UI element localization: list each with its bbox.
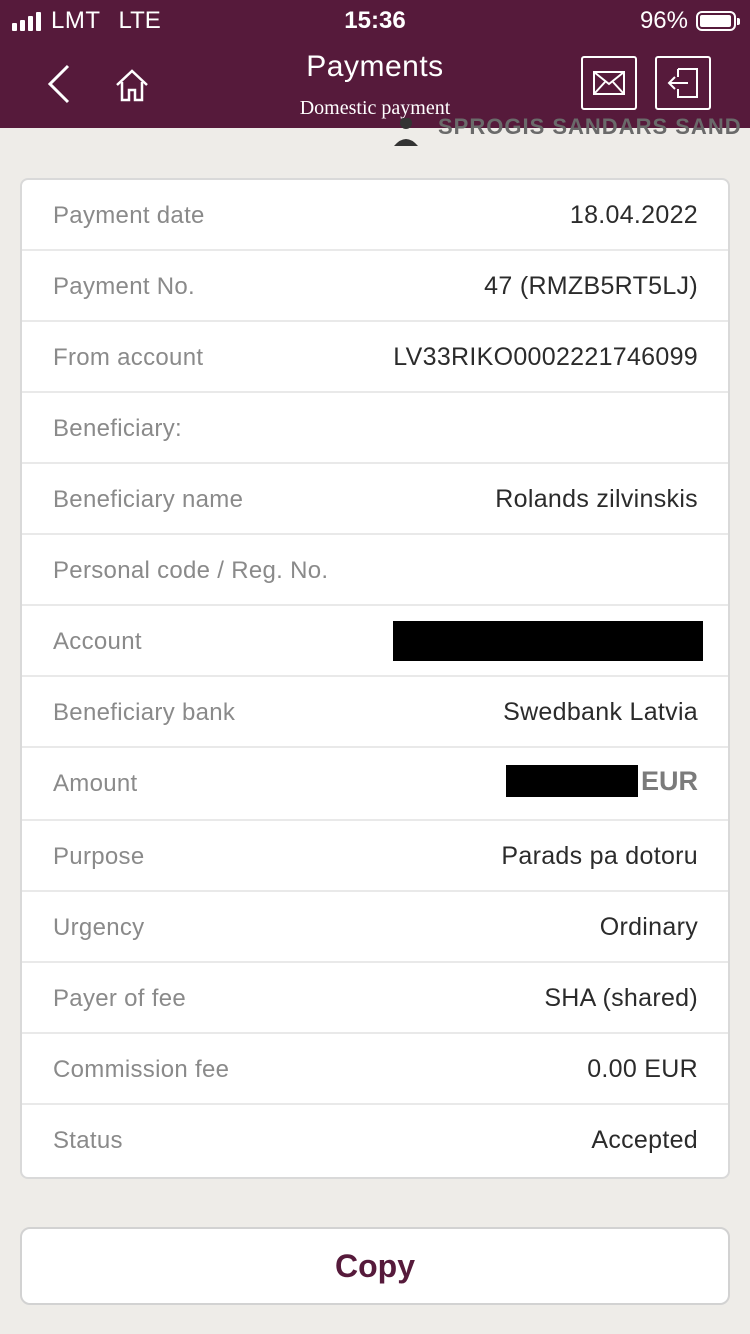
person-icon xyxy=(394,118,418,146)
detail-value: Ordinary xyxy=(599,913,698,941)
redacted-account xyxy=(393,621,703,661)
detail-row: Beneficiary name Rolands zilvinskis xyxy=(22,464,728,535)
detail-value: Swedbank Latvia xyxy=(503,698,698,726)
detail-label: Account xyxy=(53,628,142,655)
battery-percent: 96% xyxy=(639,7,688,34)
detail-row: Amount EUR xyxy=(22,748,728,821)
envelope-icon xyxy=(593,71,625,95)
messages-button[interactable] xyxy=(581,56,637,110)
detail-label: From account xyxy=(53,344,204,371)
detail-row: Commission fee 0.00 EUR xyxy=(22,1034,728,1105)
redacted-amount xyxy=(505,765,638,797)
detail-value: SHA (shared) xyxy=(544,984,698,1012)
status-bar: LMT LTE 15:36 96% xyxy=(0,0,750,42)
payment-details-card: Payment date 18.04.2022 Payment No. 47 (… xyxy=(20,178,730,1179)
logout-icon xyxy=(667,68,698,98)
scrolled-header-peek: SPROGIS SANDARS SAND xyxy=(392,106,742,146)
detail-row: Beneficiary bank Swedbank Latvia xyxy=(22,677,728,748)
detail-value: 0.00 EUR xyxy=(587,1055,698,1083)
copy-button[interactable]: Copy xyxy=(20,1227,730,1305)
detail-label: Payment date xyxy=(53,202,205,229)
detail-label: Payer of fee xyxy=(53,985,187,1012)
detail-row: Payer of fee SHA (shared) xyxy=(22,963,728,1034)
clock: 15:36 xyxy=(344,7,406,34)
detail-row: Payment date 18.04.2022 xyxy=(22,180,728,251)
detail-value: 47 (RMZB5RT5LJ) xyxy=(484,272,698,300)
detail-label: Beneficiary: xyxy=(53,415,182,442)
detail-label: Personal code / Reg. No. xyxy=(53,557,329,584)
detail-row: Status Accepted xyxy=(22,1105,728,1176)
battery-icon xyxy=(696,11,740,31)
detail-value: Rolands zilvinskis xyxy=(495,485,698,513)
detail-row: Beneficiary: xyxy=(22,393,728,464)
logout-button[interactable] xyxy=(655,56,711,110)
detail-label: Beneficiary name xyxy=(53,486,244,513)
detail-label: Payment No. xyxy=(53,273,196,300)
detail-label: Amount xyxy=(53,770,138,797)
detail-row: Purpose Parads pa dotoru xyxy=(22,821,728,892)
page-title: Payments xyxy=(306,50,444,83)
detail-value: LV33RIKO0002221746099 xyxy=(393,343,698,371)
detail-value: Parads pa dotoru xyxy=(501,842,698,870)
detail-value: 18.04.2022 xyxy=(569,201,698,229)
detail-row: From account LV33RIKO0002221746099 xyxy=(22,322,728,393)
detail-row: Payment No. 47 (RMZB5RT5LJ) xyxy=(22,251,728,322)
detail-row: Account xyxy=(22,606,728,677)
detail-row: Personal code / Reg. No. xyxy=(22,535,728,606)
amount-currency: EUR xyxy=(640,765,698,796)
detail-label: Purpose xyxy=(53,843,145,870)
detail-value: Accepted xyxy=(591,1126,698,1154)
detail-label: Commission fee xyxy=(53,1056,230,1083)
peek-text: SPROGIS SANDARS SAND xyxy=(438,114,742,139)
detail-row: Urgency Ordinary xyxy=(22,892,728,963)
detail-label: Urgency xyxy=(53,914,145,941)
detail-label: Status xyxy=(53,1127,123,1154)
detail-label: Beneficiary bank xyxy=(53,699,236,726)
